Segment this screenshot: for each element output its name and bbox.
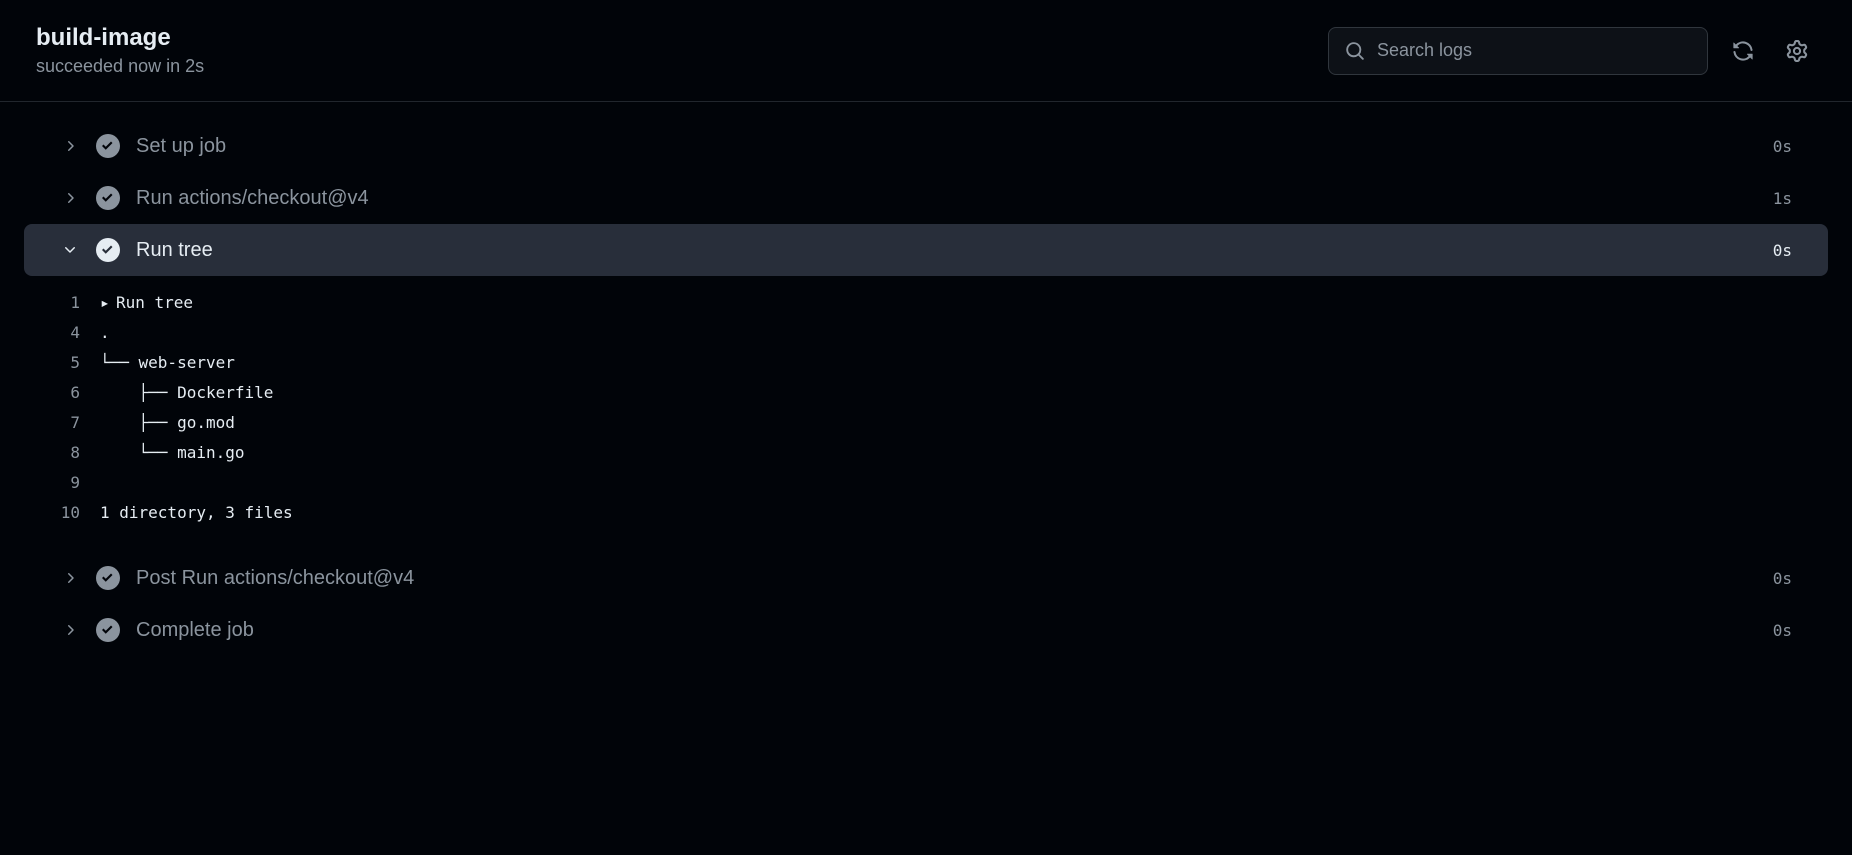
step-row-setup-job[interactable]: Set up job 0s <box>24 120 1828 172</box>
chevron-right-icon <box>60 620 80 640</box>
check-circle-icon <box>96 618 120 642</box>
step-row-post-checkout[interactable]: Post Run actions/checkout@v4 0s <box>24 552 1828 604</box>
step-name: Run actions/checkout@v4 <box>136 187 1773 210</box>
chevron-right-icon <box>60 136 80 156</box>
line-number: 5 <box>36 348 100 378</box>
step-name: Complete job <box>136 619 1773 642</box>
chevron-right-icon <box>60 188 80 208</box>
line-content: └── main.go <box>100 438 245 468</box>
step-name: Run tree <box>136 239 1773 262</box>
line-number: 7 <box>36 408 100 438</box>
job-status: succeeded now in 2s <box>36 56 204 77</box>
step-row-complete-job[interactable]: Complete job 0s <box>24 604 1828 656</box>
header-right <box>1328 27 1816 75</box>
step-duration: 0s <box>1773 569 1792 588</box>
disclosure-triangle-icon[interactable]: ▸ <box>100 288 116 318</box>
step-duration: 0s <box>1773 621 1792 640</box>
step-row-checkout[interactable]: Run actions/checkout@v4 1s <box>24 172 1828 224</box>
log-output: 1 ▸Run tree 4 . 5 └── web-server 6 ├── D… <box>0 276 1852 552</box>
search-icon <box>1345 41 1365 61</box>
line-number: 6 <box>36 378 100 408</box>
check-circle-icon <box>96 238 120 262</box>
log-line: 8 └── main.go <box>0 438 1852 468</box>
step-duration: 1s <box>1773 189 1792 208</box>
refresh-button[interactable] <box>1724 32 1762 70</box>
gear-icon <box>1786 40 1808 62</box>
steps-container: Set up job 0s Run actions/checkout@v4 1s… <box>0 102 1852 674</box>
header: build-image succeeded now in 2s <box>0 0 1852 102</box>
log-line: 4 . <box>0 318 1852 348</box>
line-number: 1 <box>36 288 100 318</box>
step-duration: 0s <box>1773 137 1792 156</box>
log-line: 6 ├── Dockerfile <box>0 378 1852 408</box>
line-content: ├── Dockerfile <box>100 378 273 408</box>
line-content: ▸Run tree <box>100 288 193 318</box>
chevron-down-icon <box>60 240 80 260</box>
step-duration: 0s <box>1773 241 1792 260</box>
line-number: 4 <box>36 318 100 348</box>
chevron-right-icon <box>60 568 80 588</box>
sync-icon <box>1732 40 1754 62</box>
line-number: 9 <box>36 468 100 498</box>
step-row-run-tree[interactable]: Run tree 0s <box>24 224 1828 276</box>
line-content: . <box>100 318 110 348</box>
search-input[interactable] <box>1377 40 1691 61</box>
log-line: 9 <box>0 468 1852 498</box>
log-line[interactable]: 1 ▸Run tree <box>0 288 1852 318</box>
search-box[interactable] <box>1328 27 1708 75</box>
log-line: 10 1 directory, 3 files <box>0 498 1852 528</box>
line-number: 10 <box>36 498 100 528</box>
check-circle-icon <box>96 134 120 158</box>
job-title: build-image <box>36 24 204 52</box>
step-name: Post Run actions/checkout@v4 <box>136 567 1773 590</box>
check-circle-icon <box>96 566 120 590</box>
line-content: ├── go.mod <box>100 408 235 438</box>
line-number: 8 <box>36 438 100 468</box>
settings-button[interactable] <box>1778 32 1816 70</box>
line-content: 1 directory, 3 files <box>100 498 293 528</box>
log-line: 7 ├── go.mod <box>0 408 1852 438</box>
step-name: Set up job <box>136 135 1773 158</box>
line-content: └── web-server <box>100 348 235 378</box>
check-circle-icon <box>96 186 120 210</box>
header-left: build-image succeeded now in 2s <box>36 24 204 77</box>
log-line: 5 └── web-server <box>0 348 1852 378</box>
